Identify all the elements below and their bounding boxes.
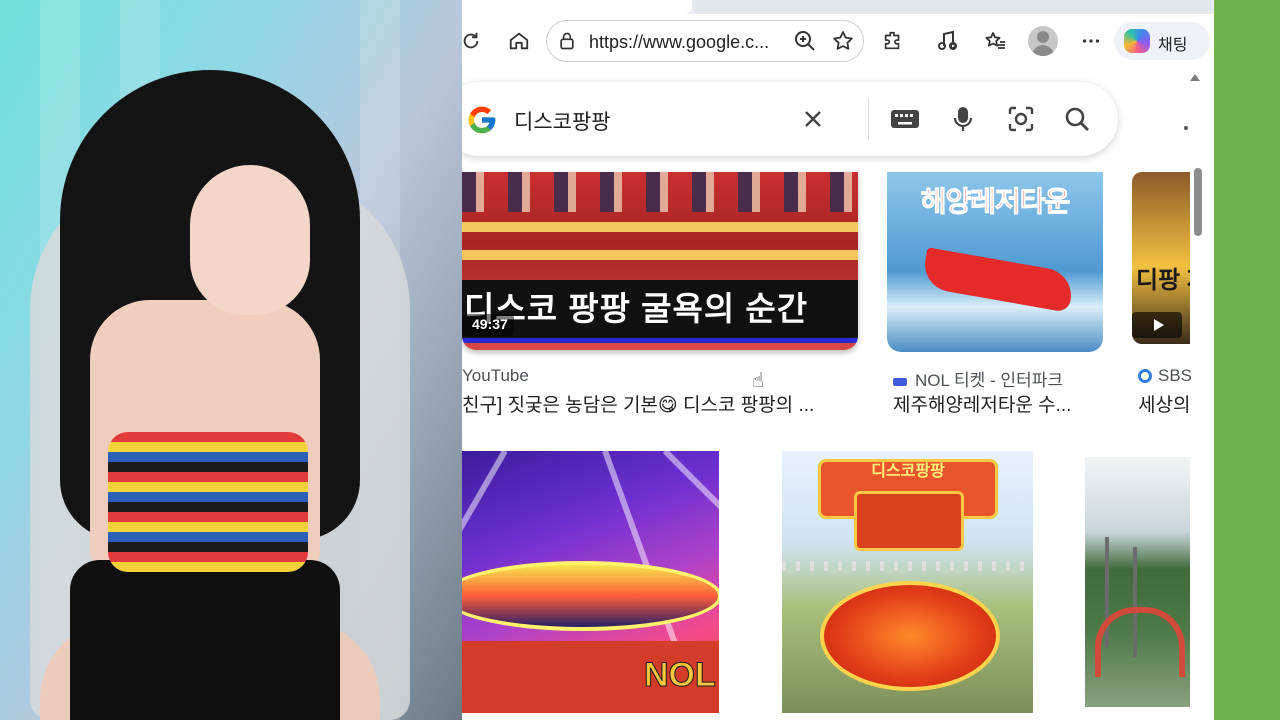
overflow-dot xyxy=(1184,126,1188,130)
extensions-icon[interactable] xyxy=(878,26,908,56)
crowd xyxy=(462,172,858,212)
image-thumbnail[interactable]: 해양레저타운 xyxy=(887,172,1103,352)
result-title[interactable]: 친구] 짓궂은 농담은 기본😋 디스코 팡팡의 ... xyxy=(462,390,862,417)
fence xyxy=(782,561,1033,571)
result-source-text: NOL 티켓 - 인터파크 xyxy=(915,371,1063,390)
mic-icon[interactable] xyxy=(946,102,980,136)
home-icon[interactable] xyxy=(504,26,534,56)
nol-icon xyxy=(893,377,907,386)
keyboard-icon[interactable] xyxy=(888,102,922,136)
url-text[interactable]: https://www.google.c... xyxy=(589,32,769,53)
video-thumbnail[interactable]: 디팡 제주 xyxy=(1132,172,1190,344)
image-label: NOL xyxy=(644,656,717,695)
search-icon[interactable] xyxy=(1060,102,1094,136)
browser-window: https://www.google.c... 채팅 디스코팡팡 디스코 팡팡 … xyxy=(462,0,1214,720)
streamer-face xyxy=(190,165,310,315)
refresh-icon[interactable] xyxy=(462,26,486,56)
searchbox-divider xyxy=(868,98,869,140)
favorites-icon[interactable] xyxy=(980,26,1010,56)
image-result[interactable]: NOL xyxy=(462,451,719,713)
ride-rail xyxy=(462,222,858,232)
webcam-overlay xyxy=(0,0,462,720)
play-icon xyxy=(1132,312,1182,338)
video-duration: 49:37 xyxy=(462,314,514,336)
result-source-text: SBS xyxy=(1158,366,1193,385)
lock-icon[interactable] xyxy=(557,30,577,52)
profile-avatar[interactable] xyxy=(1028,26,1058,56)
streamer-shorts xyxy=(70,560,340,720)
result-source[interactable]: NOL 티켓 - 인터파크 xyxy=(893,366,1063,391)
more-icon[interactable] xyxy=(1076,26,1106,56)
screen: https://www.google.c... 채팅 디스코팡팡 디스코 팡팡 … xyxy=(0,0,1280,720)
address-bar[interactable]: https://www.google.c... xyxy=(546,20,864,62)
zoom-icon[interactable] xyxy=(793,29,817,53)
search-query[interactable]: 디스코팡팡 xyxy=(514,106,611,136)
result-title[interactable]: 제주해양레저타운 수... xyxy=(893,390,1103,417)
image-result[interactable]: 디스코팡팡 xyxy=(782,451,1033,713)
ride-rail xyxy=(462,250,858,260)
thumbnail-title: 해양레저타운 xyxy=(920,186,1071,218)
tab-inactive[interactable] xyxy=(692,0,1212,14)
copilot-chat-button[interactable]: 채팅 xyxy=(1114,22,1210,60)
sbs-icon xyxy=(1138,369,1152,383)
scroll-up-arrow[interactable] xyxy=(1190,74,1200,81)
image-result[interactable] xyxy=(1085,457,1190,707)
search-results-page: 디스코팡팡 디스코 팡팡 굴욕의 순간 49:37 YouTube 친구] 짓궂… xyxy=(462,68,1214,720)
copilot-icon xyxy=(1124,29,1150,53)
thumbnail-title: 디팡 제주 xyxy=(1136,267,1190,294)
desktop-background xyxy=(1214,0,1280,720)
watch-progress-bar xyxy=(462,338,858,343)
striped-top xyxy=(108,432,308,572)
lens-icon[interactable] xyxy=(1004,102,1038,136)
tab-active[interactable] xyxy=(462,0,692,14)
ride-arch xyxy=(1095,607,1185,677)
result-source[interactable]: YouTube xyxy=(462,366,529,386)
google-logo xyxy=(468,106,496,134)
star-icon[interactable] xyxy=(831,29,855,53)
tab-strip xyxy=(462,0,1214,14)
thumbnail-caption: 디스코 팡팡 굴욕의 순간 xyxy=(462,280,858,338)
media-icon[interactable] xyxy=(932,26,962,56)
browser-toolbar: https://www.google.c... 채팅 xyxy=(462,14,1214,68)
disco-ride xyxy=(820,581,1000,691)
dj-booth xyxy=(854,491,964,551)
jet-boat xyxy=(920,247,1076,313)
disco-ride xyxy=(462,561,719,631)
image-label: 디스코팡팡 xyxy=(871,463,945,480)
hand-cursor-icon: ☝ xyxy=(752,370,765,392)
video-thumbnail[interactable]: 디스코 팡팡 굴욕의 순간 49:37 xyxy=(462,172,858,350)
result-source[interactable]: SBS xyxy=(1138,366,1192,386)
copilot-label: 채팅 xyxy=(1158,37,1188,54)
search-box[interactable]: 디스코팡팡 xyxy=(462,82,1118,156)
scrollbar-thumb[interactable] xyxy=(1194,168,1202,236)
result-title[interactable]: 세상의 xyxy=(1138,390,1190,417)
clear-icon[interactable] xyxy=(796,102,830,136)
